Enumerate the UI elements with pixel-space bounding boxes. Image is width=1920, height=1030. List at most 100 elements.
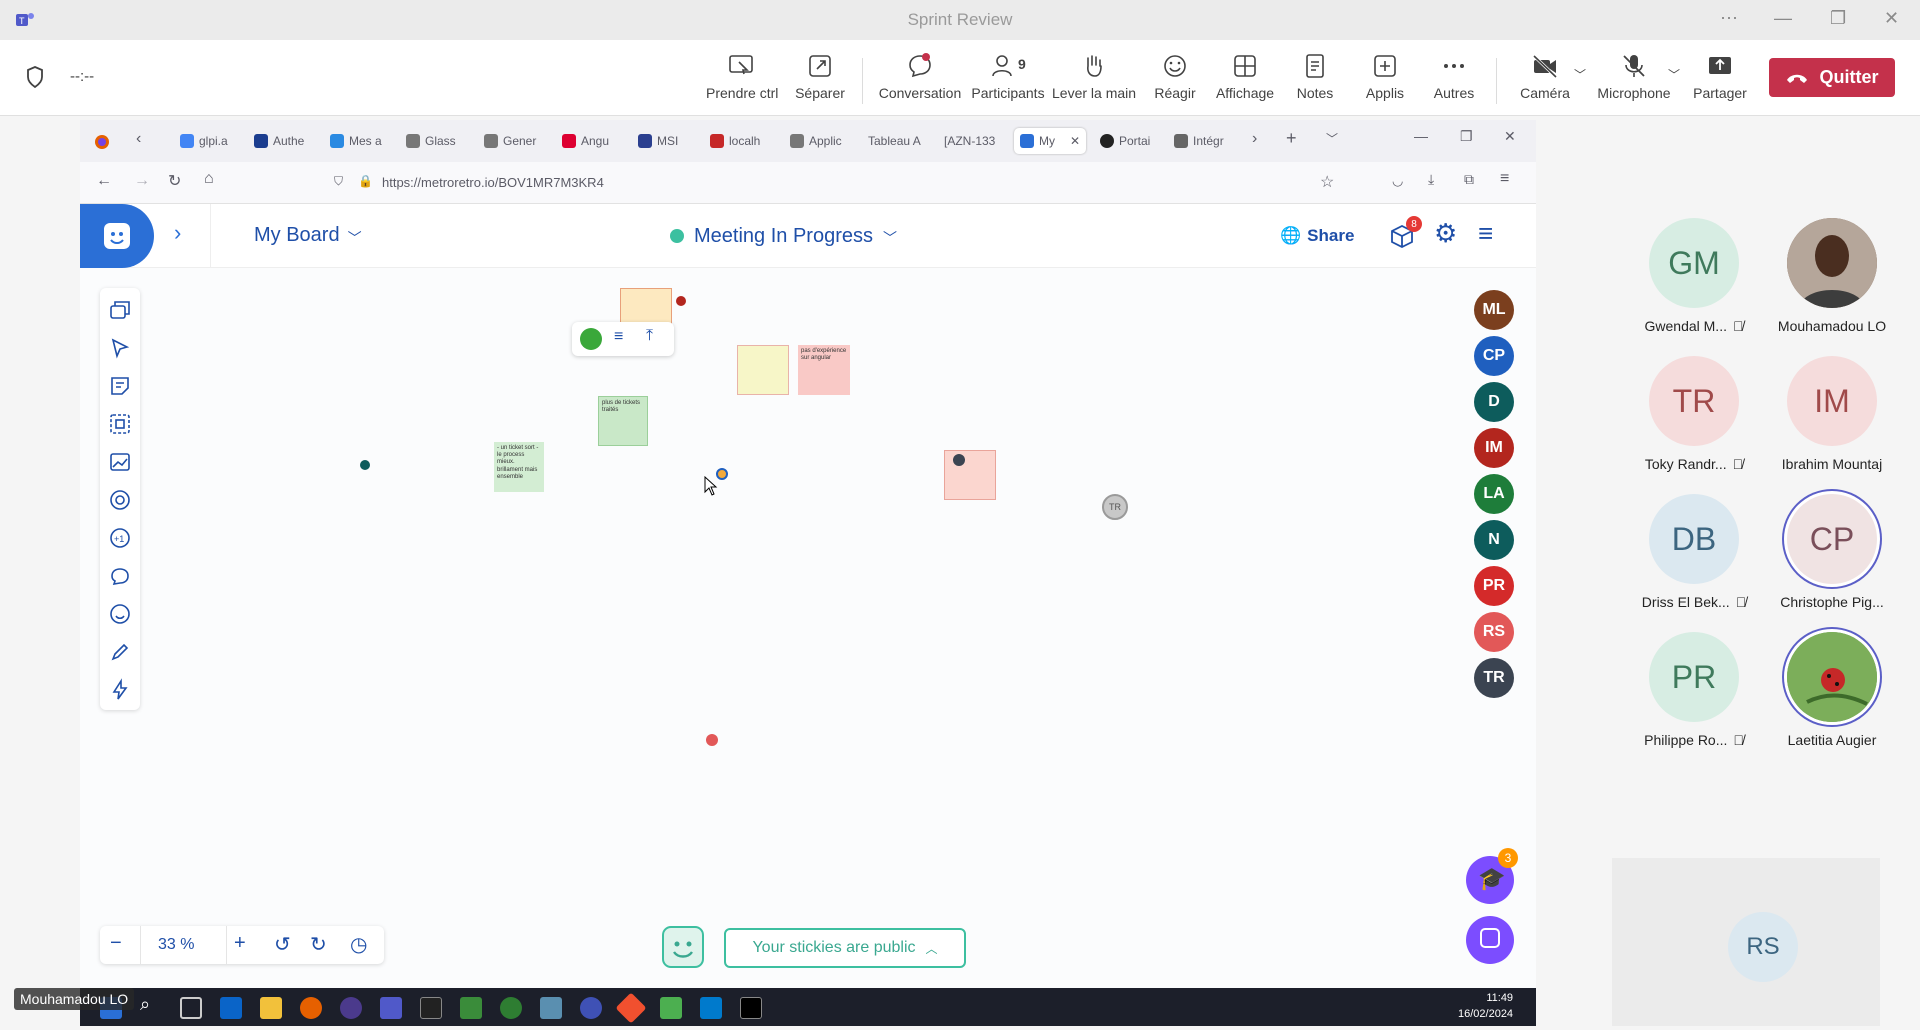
forward-icon[interactable]: → [134, 172, 150, 190]
extensions-icon[interactable]: ⧉ [1464, 171, 1474, 188]
user-avatar[interactable]: LA [1474, 474, 1514, 514]
rider-icon[interactable] [420, 997, 442, 1019]
heidisql-icon[interactable] [500, 997, 522, 1019]
sticky-note[interactable]: plus de tickets traités [598, 396, 648, 446]
browser-tab[interactable]: Gener [484, 128, 536, 154]
hamburger-menu-icon[interactable]: ≡ [1478, 218, 1493, 249]
expand-sidebar-icon[interactable]: › [174, 220, 181, 246]
browser-tab[interactable]: Tableau A [868, 128, 921, 154]
back-icon[interactable]: ← [96, 172, 112, 190]
sticky-note[interactable]: pas d'expérience sur angular [798, 345, 850, 395]
react-button[interactable]: Réagir [1150, 52, 1200, 101]
user-avatar[interactable]: D [1474, 382, 1514, 422]
pop-out-button[interactable]: Séparer [790, 52, 850, 101]
zoom-out-icon[interactable]: − [110, 932, 122, 955]
layers-icon[interactable] [108, 298, 132, 322]
search-icon[interactable]: ⌕ [140, 994, 150, 1015]
tab-scroll-left-icon[interactable]: ‹ [136, 130, 141, 148]
home-icon[interactable]: ⌂ [204, 170, 214, 188]
apps-button[interactable]: Applis [1360, 52, 1410, 101]
notes-button[interactable]: Notes [1290, 52, 1340, 101]
browser-tab[interactable]: MSI [638, 128, 678, 154]
support-chat-button[interactable] [1466, 916, 1514, 964]
vscode-icon[interactable] [700, 997, 722, 1019]
eclipse-icon[interactable] [340, 997, 362, 1019]
overflow-participant-tile[interactable]: RS [1612, 858, 1880, 1026]
meeting-status-dropdown[interactable]: Meeting In Progress ﹀ [670, 224, 897, 248]
close-button[interactable]: ✕ [1884, 8, 1899, 29]
close-tab-icon[interactable]: ✕ [1070, 134, 1080, 148]
browser-tab[interactable]: Mes a [330, 128, 382, 154]
browser-tab[interactable]: Applic [790, 128, 842, 154]
lock-icon[interactable]: 🔒 [358, 174, 373, 188]
text-align-icon[interactable]: ≡ [614, 328, 623, 346]
emoji-sticker-icon[interactable] [108, 488, 132, 512]
view-button[interactable]: Affichage [1212, 52, 1278, 101]
bookmark-star-icon[interactable]: ☆ [1320, 172, 1334, 192]
bring-to-front-icon[interactable]: ⤒ [646, 327, 653, 345]
select-pointer-icon[interactable] [108, 336, 132, 360]
vote-plus-one-icon[interactable]: +1 [108, 526, 132, 550]
share-board-button[interactable]: 🌐 Share [1280, 226, 1354, 246]
pen-icon[interactable] [108, 640, 132, 664]
minimize-button[interactable]: — [1774, 8, 1792, 29]
user-avatar[interactable]: PR [1474, 566, 1514, 606]
user-avatar[interactable]: N [1474, 520, 1514, 560]
new-tab-icon[interactable]: + [1286, 128, 1297, 149]
sticky-note[interactable] [737, 345, 789, 395]
browser-restore-button[interactable]: ❐ [1460, 128, 1473, 145]
browser-tab[interactable]: [AZN-133 [944, 128, 995, 154]
share-screen-button[interactable]: Partager [1690, 52, 1750, 101]
sticky-note-selected[interactable] [620, 288, 672, 324]
settings-gear-icon[interactable]: ⚙ [1434, 218, 1457, 249]
mic-options-chevron-icon[interactable]: ﹀ [1668, 66, 1680, 83]
user-avatar[interactable]: CP [1474, 336, 1514, 376]
participant-tile[interactable]: TR Toky Randr... 🎙̸ [1629, 356, 1759, 472]
user-avatar[interactable]: RS [1474, 612, 1514, 652]
participant-tile[interactable]: IM Ibrahim Mountaj [1767, 356, 1897, 472]
maximize-button[interactable]: ❐ [1830, 8, 1846, 29]
media-player-icon[interactable] [660, 997, 682, 1019]
take-control-button[interactable]: Prendre ctrl [706, 52, 778, 101]
participant-tile[interactable]: Laetitia Augier [1767, 632, 1897, 748]
browser-menu-icon[interactable]: ≡ [1500, 170, 1509, 188]
remote-desktop-icon[interactable] [540, 997, 562, 1019]
participants-button[interactable]: 9 Participants [970, 52, 1046, 101]
learning-center-button[interactable]: 🎓 3 [1466, 848, 1518, 904]
firefox-taskbar-icon[interactable] [300, 997, 322, 1019]
metroretro-logo[interactable] [80, 204, 154, 268]
browser-tab-active[interactable]: My ✕ [1014, 128, 1086, 154]
reaction-smiley-icon[interactable] [108, 602, 132, 626]
browser-tab[interactable]: Portai [1100, 128, 1150, 154]
browser-tab[interactable]: glpi.a [180, 128, 228, 154]
comment-icon[interactable] [108, 564, 132, 588]
sticky-note-icon[interactable] [108, 374, 132, 398]
git-icon[interactable] [615, 992, 647, 1024]
camera-options-chevron-icon[interactable]: ﹀ [1574, 66, 1586, 83]
more-button[interactable]: Autres [1428, 52, 1480, 101]
sticky-note[interactable] [944, 450, 996, 500]
browser-tab[interactable]: Authe [254, 128, 304, 154]
browser-tab[interactable]: Intégr [1174, 128, 1224, 154]
camera-button[interactable]: Caméra [1514, 52, 1576, 101]
redo-icon[interactable]: ↻ [310, 932, 327, 957]
tab-list-chevron-icon[interactable]: ﹀ [1326, 130, 1338, 147]
browser-minimize-button[interactable]: — [1414, 128, 1428, 144]
user-avatar[interactable]: ML [1474, 290, 1514, 330]
teams-taskbar-icon[interactable] [380, 997, 402, 1019]
browser-tab[interactable]: Angu [562, 128, 609, 154]
tracking-shield-icon[interactable]: ⛉ [334, 174, 343, 189]
more-options-icon[interactable]: ⋯ [1720, 8, 1738, 29]
history-icon[interactable]: ◷ [350, 932, 367, 957]
reload-icon[interactable]: ↻ [168, 171, 181, 191]
terminal-icon[interactable] [740, 997, 762, 1019]
browser-tab[interactable]: Glass [406, 128, 456, 154]
leave-meeting-button[interactable]: Quitter [1769, 58, 1895, 97]
raise-hand-button[interactable]: Lever la main [1052, 52, 1136, 101]
browser-tab[interactable]: localh [710, 128, 760, 154]
chat-button[interactable]: Conversation [876, 52, 964, 101]
microphone-button[interactable]: Microphone [1596, 52, 1672, 101]
board-canvas[interactable]: +1 ≡ ⤒ pas d'expérience sur angular plus… [80, 268, 1536, 988]
participant-tile[interactable]: Mouhamadou LO [1767, 218, 1897, 334]
color-picker-button[interactable] [580, 328, 602, 350]
